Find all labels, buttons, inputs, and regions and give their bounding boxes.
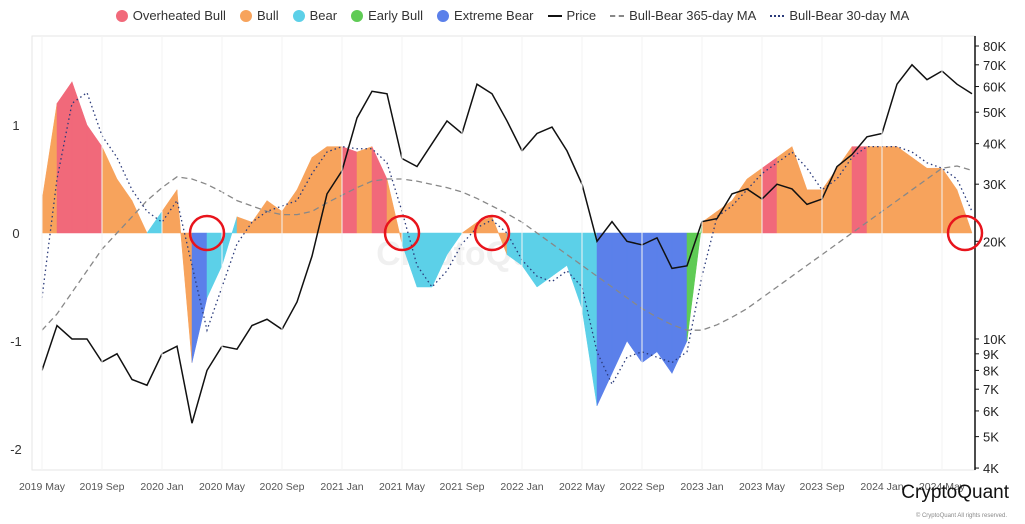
y-left-tick-label: 0	[12, 226, 19, 241]
x-tick-label: 2019 May	[19, 481, 66, 493]
y-right-tick-label: 9K	[983, 347, 999, 362]
area-segment-2024-03	[911, 156, 928, 234]
y-right-tick-label: 80K	[983, 39, 1006, 54]
y-right-tick-label: 40K	[983, 137, 1006, 152]
area-segment-2022-02	[536, 232, 553, 288]
brand-name: CryptoQuant	[901, 482, 1009, 503]
area-segment-2023-04	[746, 167, 763, 234]
area-segment-2021-01	[341, 146, 358, 234]
area-segment-2019-06	[56, 81, 73, 234]
area-segment-2020-01	[161, 189, 178, 234]
cryptoquant-logo: CryptoQuant	[875, 482, 1009, 504]
area-segment-2019-12	[146, 210, 163, 234]
area-segment-2020-08	[266, 200, 283, 234]
y-right-tick-label: 7K	[983, 382, 999, 397]
area-segment-2023-12	[866, 146, 883, 234]
area-segment-2020-10	[296, 157, 313, 234]
x-tick-label: 2023 Sep	[800, 481, 845, 493]
area-segment-2022-11	[671, 232, 688, 374]
x-tick-label: 2019 Sep	[80, 481, 125, 493]
y-right-tick-label: 60K	[983, 80, 1006, 95]
area-segment-2023-03	[731, 178, 748, 234]
area-segment-2021-02	[356, 146, 373, 234]
x-tick-label: 2022 Jan	[500, 481, 543, 493]
area-segment-2024-01	[881, 146, 898, 234]
area-segment-2021-10	[476, 216, 493, 234]
area-segment-2024-06	[956, 189, 973, 234]
area-segment-2020-09	[281, 189, 298, 234]
area-segment-2022-06	[596, 232, 613, 406]
area-segment-2020-02	[176, 189, 193, 363]
area-segment-2023-05	[761, 156, 778, 234]
area-segment-2019-11	[131, 200, 148, 234]
x-tick-label: 2022 May	[559, 481, 606, 493]
y-right-tick-label: 70K	[983, 58, 1006, 73]
area-segment-2023-08	[806, 189, 823, 234]
x-tick-label: 2020 Sep	[260, 481, 305, 493]
y-right-tick-label: 10K	[983, 332, 1006, 347]
y-right-tick-label: 6K	[983, 404, 999, 419]
x-tick-label: 2021 Jan	[320, 481, 363, 493]
area-segment-2023-11	[851, 146, 868, 234]
y-left-tick-label: 1	[12, 118, 19, 133]
area-segment-2023-09	[821, 167, 838, 234]
copyright: © CryptoQuant All rights reserved.	[915, 513, 1007, 519]
area-segment-2019-09	[101, 146, 118, 234]
y-left-tick-label: -2	[10, 442, 22, 457]
y-right-tick-label: 50K	[983, 105, 1006, 120]
x-tick-label: 2020 Jan	[140, 481, 183, 493]
area-segment-2022-08	[626, 232, 643, 364]
area-segment-2023-10	[836, 145, 853, 234]
area-segment-2019-07	[71, 81, 88, 234]
area-segment-2022-04	[566, 232, 583, 309]
y-right-tick-label: 4K	[983, 461, 999, 476]
cryptoquant-logo-icon	[876, 485, 892, 501]
area-segment-2022-01	[521, 232, 538, 288]
x-tick-label: 2023 Jan	[680, 481, 723, 493]
area-segment-2023-01	[701, 210, 718, 234]
chart: CryptoQuant10-1-280K70K60K50K40K30K20K10…	[10, 35, 1006, 493]
y-right-tick-label: 20K	[983, 234, 1006, 249]
y-left-tick-label: -1	[10, 334, 22, 349]
area-segment-2022-12	[686, 222, 703, 342]
x-tick-label: 2023 May	[739, 481, 786, 493]
area-segment-2019-05	[41, 103, 58, 234]
area-segment-2022-07	[611, 232, 628, 374]
area-segment-2020-03	[191, 232, 208, 363]
x-tick-label: 2020 May	[199, 481, 246, 493]
area-segment-2020-05	[221, 216, 238, 266]
area-segment-2019-08	[86, 124, 103, 234]
area-segment-2020-07	[251, 199, 268, 234]
area-segment-2020-11	[311, 146, 328, 234]
area-segment-2024-02	[896, 146, 913, 234]
area-segment-2022-09	[641, 232, 658, 364]
y-right-tick-label: 5K	[983, 430, 999, 445]
y-right-tick-label: 30K	[983, 177, 1006, 192]
x-tick-label: 2021 May	[379, 481, 426, 493]
area-segment-2021-03	[371, 146, 388, 234]
area-segment-2023-06	[776, 146, 793, 234]
x-tick-label: 2021 Sep	[440, 481, 485, 493]
x-tick-label: 2022 Sep	[620, 481, 665, 493]
area-segment-2020-06	[236, 216, 253, 234]
area-segment-2021-06	[416, 232, 433, 288]
y-right-tick-label: 8K	[983, 363, 999, 378]
